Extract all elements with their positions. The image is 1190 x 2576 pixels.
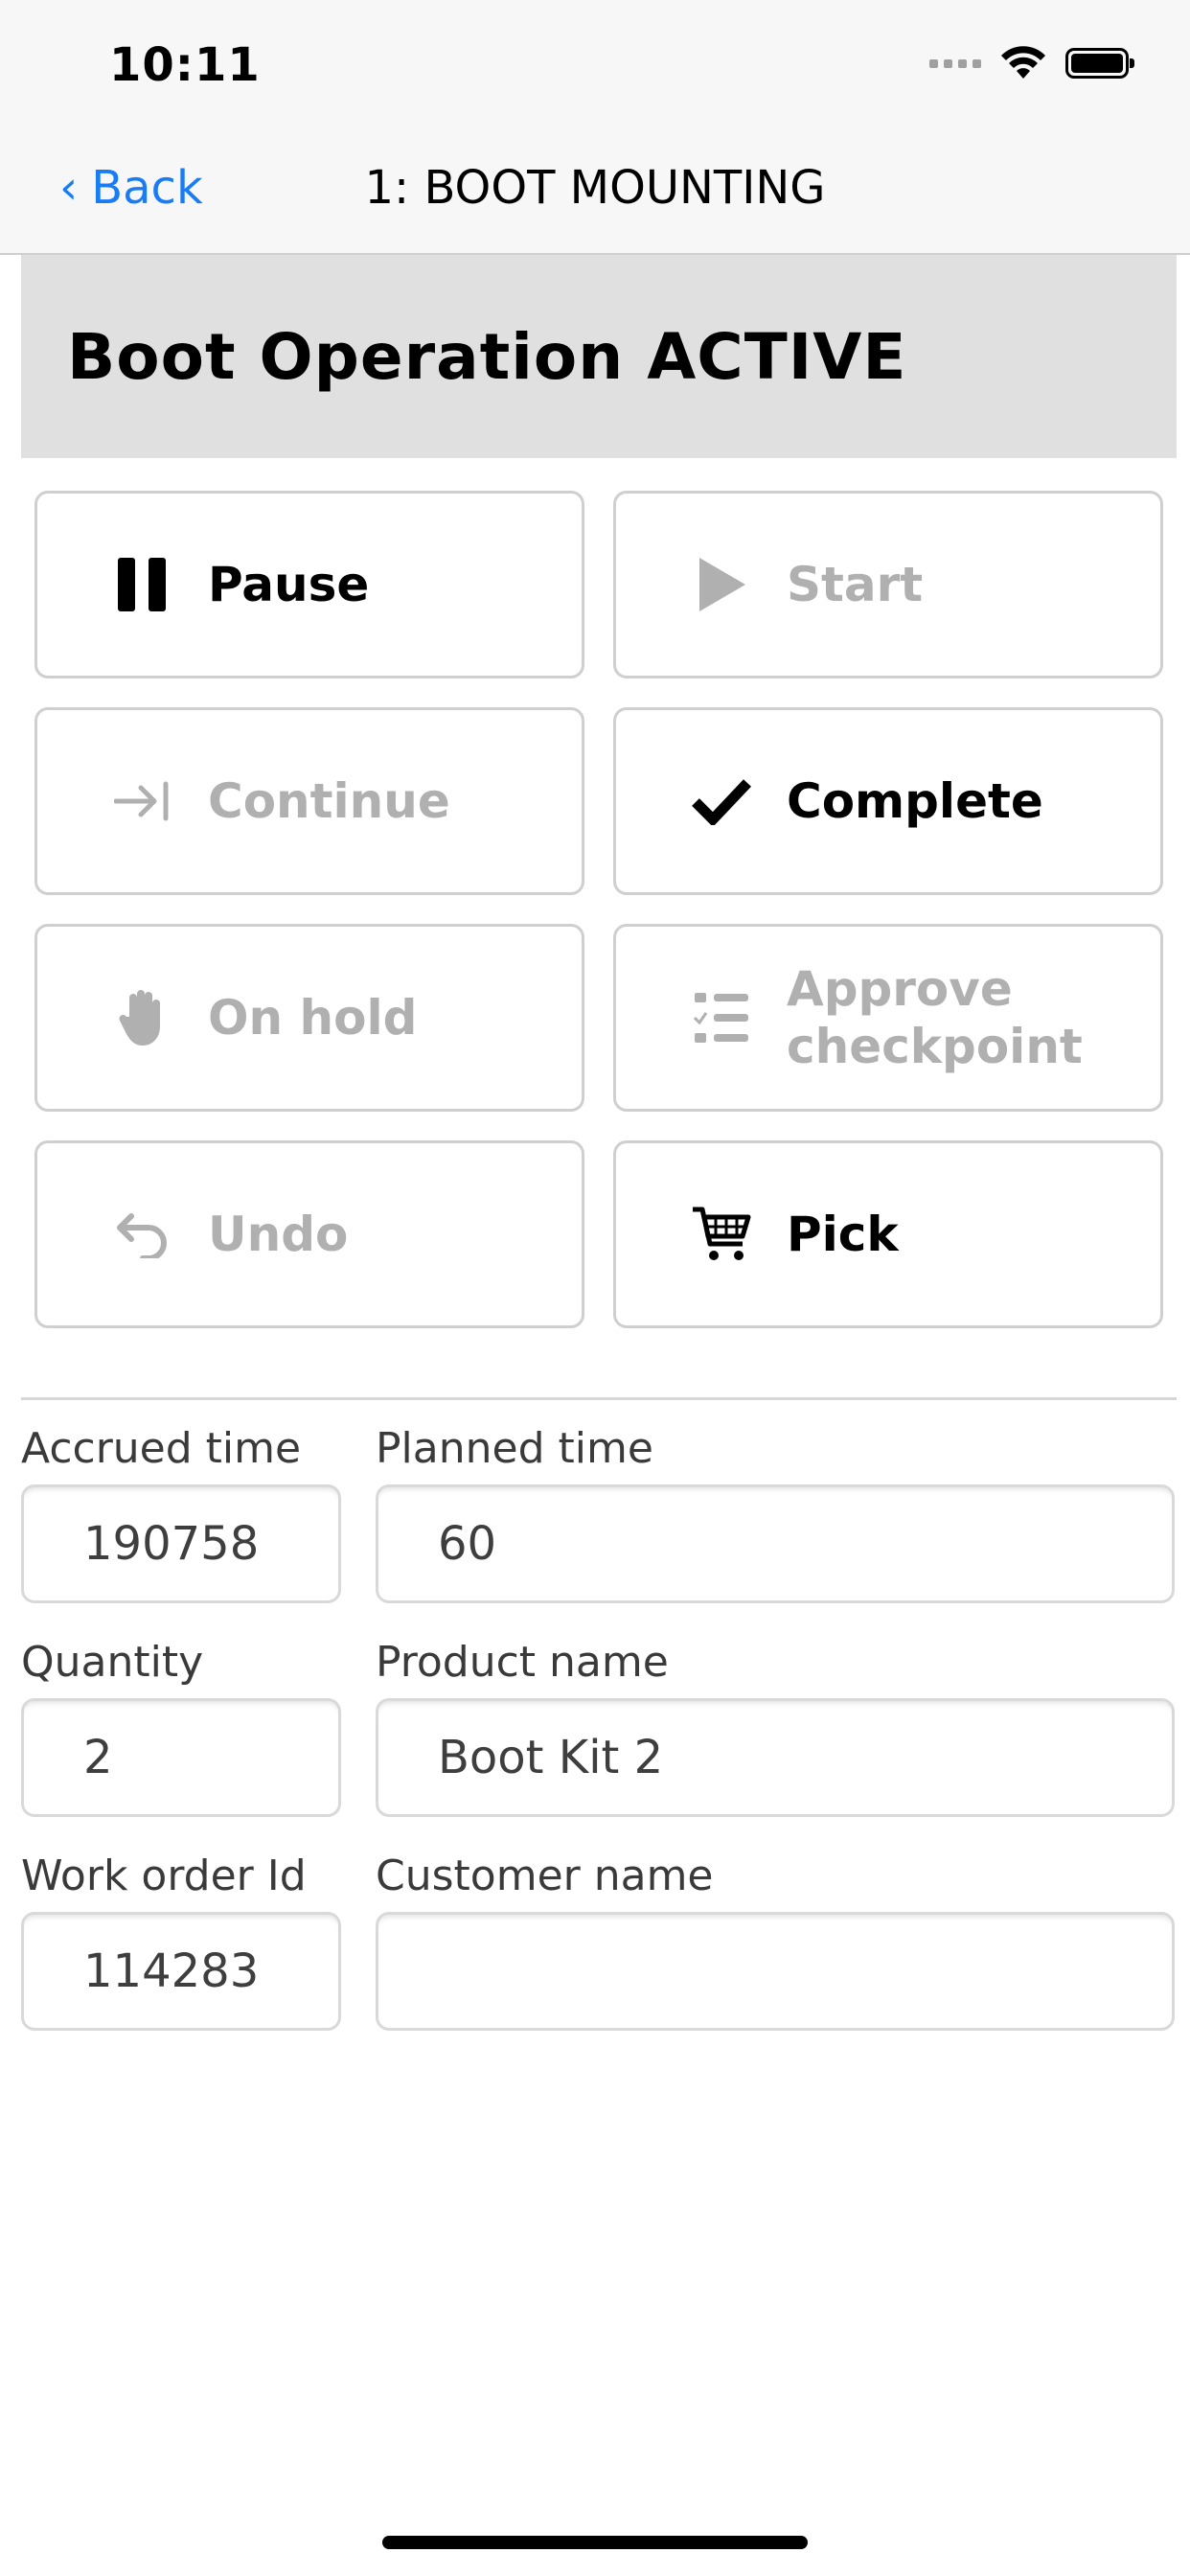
checklist-icon (685, 991, 758, 1045)
wifi-icon (1001, 46, 1045, 79)
approve-checkpoint-button[interactable]: Approve checkpoint (613, 924, 1163, 1112)
accrued-time-input[interactable]: 190758 (21, 1484, 341, 1603)
planned-time-field: Planned time 60 (376, 1424, 1175, 1603)
customer-name-field: Customer name (376, 1852, 1175, 2031)
status-icons (929, 44, 1134, 82)
product-name-label: Product name (376, 1638, 669, 1687)
work-order-id-input[interactable]: 114283 (21, 1912, 341, 2031)
cellular-signal-icon (929, 58, 981, 68)
continue-label: Continue (208, 773, 450, 829)
home-indicator[interactable] (382, 2536, 808, 2549)
complete-label: Complete (787, 773, 1043, 829)
quantity-field: Quantity 2 (21, 1638, 341, 1817)
operation-status-header: Boot Operation ACTIVE (21, 255, 1177, 458)
customer-name-input[interactable] (376, 1912, 1175, 2031)
pick-label: Pick (787, 1207, 899, 1262)
accrued-time-label: Accrued time (21, 1424, 302, 1473)
on-hold-label: On hold (208, 990, 418, 1046)
status-time: 10:11 (109, 38, 261, 92)
page-title: 1: BOOT MOUNTING (364, 161, 826, 215)
checkmark-icon (685, 777, 758, 825)
approve-checkpoint-label: Approve checkpoint (787, 961, 1083, 1074)
complete-button[interactable]: Complete (613, 707, 1163, 895)
action-grid: Pause Start Continue Complete On hold Ap… (34, 491, 1163, 1328)
quantity-input[interactable]: 2 (21, 1698, 341, 1817)
cart-icon (685, 1206, 758, 1263)
pick-button[interactable]: Pick (613, 1140, 1163, 1328)
customer-name-label: Customer name (376, 1852, 714, 1900)
start-label: Start (787, 557, 924, 612)
operation-status-title: Boot Operation ACTIVE (67, 319, 907, 394)
play-icon (685, 556, 758, 613)
start-button[interactable]: Start (613, 491, 1163, 678)
undo-label: Undo (208, 1207, 349, 1262)
work-order-id-field: Work order Id 114283 (21, 1852, 341, 2031)
pause-label: Pause (208, 557, 370, 612)
accrued-time-field: Accrued time 190758 (21, 1424, 341, 1603)
on-hold-button[interactable]: On hold (34, 924, 584, 1112)
undo-button[interactable]: Undo (34, 1140, 584, 1328)
hand-icon (106, 988, 179, 1047)
product-name-field: Product name Boot Kit 2 (376, 1638, 1175, 1817)
undo-icon (106, 1210, 179, 1258)
planned-time-label: Planned time (376, 1424, 653, 1473)
section-divider (21, 1397, 1177, 1400)
battery-icon (1065, 48, 1134, 79)
product-name-input[interactable]: Boot Kit 2 (376, 1698, 1175, 1817)
continue-button[interactable]: Continue (34, 707, 584, 895)
pause-icon (106, 556, 179, 613)
planned-time-input[interactable]: 60 (376, 1484, 1175, 1603)
arrow-to-bar-icon (106, 780, 179, 822)
pause-button[interactable]: Pause (34, 491, 584, 678)
quantity-label: Quantity (21, 1638, 204, 1687)
work-order-id-label: Work order Id (21, 1852, 307, 1900)
top-bar: 10:11 ‹ Back 1: BOOT MOUNTING (0, 0, 1190, 255)
